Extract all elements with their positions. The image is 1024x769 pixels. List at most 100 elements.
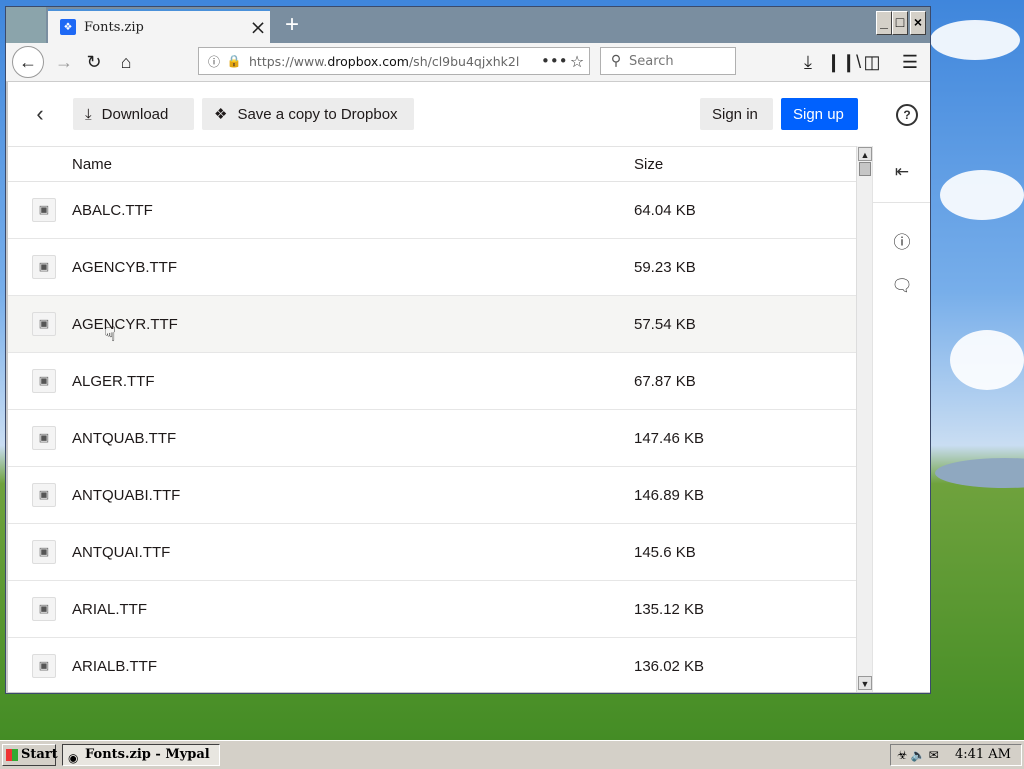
file-name[interactable]: ALGER.TTF bbox=[72, 373, 155, 390]
file-icon[interactable]: ▣ bbox=[32, 426, 56, 450]
desktop-cloud bbox=[930, 20, 1020, 60]
file-row[interactable]: ▣ AGENCYR.TTF 57.54 KB bbox=[8, 296, 856, 353]
file-row[interactable]: ▣ ANTQUABI.TTF 146.89 KB bbox=[8, 467, 856, 524]
scrollbar[interactable]: ▲ ▼ bbox=[856, 146, 873, 692]
info-icon[interactable]: ⓘ bbox=[205, 53, 223, 70]
file-row[interactable]: ▣ ANTQUAI.TTF 145.6 KB bbox=[8, 524, 856, 581]
library-icon[interactable]: ❙❙\ bbox=[826, 48, 861, 76]
file-icon[interactable]: ▣ bbox=[32, 597, 56, 621]
sign-in-label: Sign in bbox=[712, 105, 758, 123]
file-size: 64.04 KB bbox=[634, 202, 696, 219]
download-button[interactable]: ⤓ Download bbox=[73, 98, 194, 130]
scroll-up-icon[interactable]: ▲ bbox=[858, 147, 872, 161]
collapse-panel-icon[interactable]: ⇤ bbox=[873, 162, 930, 182]
hand-cursor-icon: ☟ bbox=[104, 324, 117, 346]
size-column-header[interactable]: Size bbox=[634, 156, 663, 173]
file-row[interactable]: ▣ ABALC.TTF 64.04 KB bbox=[8, 182, 856, 239]
start-label: Start bbox=[21, 747, 58, 762]
search-bar[interactable]: ⚲ bbox=[600, 47, 736, 75]
desktop-hill bbox=[935, 458, 1024, 488]
file-size: 136.02 KB bbox=[634, 658, 705, 675]
save-copy-button[interactable]: ❖ Save a copy to Dropbox bbox=[202, 98, 414, 130]
search-input[interactable] bbox=[627, 52, 727, 70]
sign-up-label: Sign up bbox=[793, 105, 844, 123]
file-row[interactable]: ▣ ALGER.TTF 67.87 KB bbox=[8, 353, 856, 410]
action-bar: ‹ ⤓ Download ❖ Save a copy to Dropbox Si… bbox=[8, 82, 930, 147]
dropbox-logo-icon: ❖ bbox=[214, 106, 228, 123]
sign-in-button[interactable]: Sign in bbox=[700, 98, 773, 130]
file-icon[interactable]: ▣ bbox=[32, 255, 56, 279]
file-name[interactable]: ARIALB.TTF bbox=[72, 658, 157, 675]
desktop-cloud bbox=[940, 170, 1024, 220]
windows-logo-icon bbox=[6, 749, 18, 761]
scroll-down-icon[interactable]: ▼ bbox=[858, 676, 872, 690]
browser-window: ❖ Fonts.zip × + _ □ × ← → ↻ ⌂ ⓘ 🔒 https:… bbox=[5, 6, 931, 694]
column-header: Name Size bbox=[8, 146, 856, 182]
system-tray: ☣🔈✉ 4:41 AM bbox=[890, 744, 1022, 766]
download-icon: ⤓ bbox=[85, 105, 92, 123]
file-name[interactable]: ANTQUAI.TTF bbox=[72, 544, 170, 561]
file-size: 59.23 KB bbox=[634, 259, 696, 276]
file-name[interactable]: AGENCYR.TTF bbox=[72, 316, 178, 333]
help-icon[interactable]: ? bbox=[896, 104, 918, 126]
forward-arrow-icon[interactable]: → bbox=[50, 48, 78, 76]
home-icon[interactable]: ⌂ bbox=[112, 48, 140, 76]
tray-icons[interactable]: ☣🔈✉ bbox=[897, 745, 942, 765]
page-actions-icon[interactable]: ••• bbox=[541, 52, 568, 70]
sign-up-button[interactable]: Sign up bbox=[781, 98, 858, 130]
mypal-browser-icon: ◉ bbox=[68, 751, 79, 765]
file-icon[interactable]: ▣ bbox=[32, 198, 56, 222]
file-list: ▣ ABALC.TTF 64.04 KB ▣ AGENCYB.TTF 59.23 KB ▣ A… bbox=[8, 182, 856, 692]
file-icon[interactable]: ▣ bbox=[32, 540, 56, 564]
file-name[interactable]: ANTQUAB.TTF bbox=[72, 430, 176, 447]
dropbox-page: ‹ ⤓ Download ❖ Save a copy to Dropbox Si… bbox=[8, 82, 930, 692]
file-name[interactable]: ANTQUABI.TTF bbox=[72, 487, 180, 504]
tab-bar-spacer bbox=[6, 7, 46, 43]
url-text[interactable]: https://www.dropbox.com/sh/cl9bu4qjxhk2l bbox=[249, 54, 541, 69]
close-window-icon[interactable]: × bbox=[910, 11, 926, 35]
save-copy-label: Save a copy to Dropbox bbox=[237, 105, 398, 123]
reload-icon[interactable]: ↻ bbox=[80, 48, 108, 76]
maximize-icon[interactable]: □ bbox=[892, 11, 908, 35]
minimize-icon[interactable]: _ bbox=[876, 11, 892, 35]
file-icon[interactable]: ▣ bbox=[32, 312, 56, 336]
file-size: 57.54 KB bbox=[634, 316, 696, 333]
taskbar-item-fonts-zip[interactable]: ◉ Fonts.zip - Mypal bbox=[62, 744, 220, 766]
bookmark-star-icon[interactable]: ☆ bbox=[565, 52, 589, 71]
new-tab-icon[interactable]: + bbox=[278, 11, 306, 39]
file-icon[interactable]: ▣ bbox=[32, 369, 56, 393]
navigation-bar: ← → ↻ ⌂ ⓘ 🔒 https://www.dropbox.com/sh/c… bbox=[6, 43, 930, 82]
close-tab-icon[interactable]: × bbox=[246, 15, 270, 39]
search-icon: ⚲ bbox=[610, 53, 622, 69]
file-row[interactable]: ▣ ARIALB.TTF 136.02 KB bbox=[8, 638, 856, 692]
tab-title: Fonts.zip bbox=[84, 19, 144, 35]
menu-icon[interactable]: ☰ bbox=[896, 48, 924, 76]
start-button[interactable]: Start bbox=[2, 744, 58, 766]
file-row[interactable]: ▣ ARIAL.TTF 135.12 KB bbox=[8, 581, 856, 638]
info-icon[interactable]: ⓘ bbox=[873, 228, 930, 253]
file-name[interactable]: AGENCYB.TTF bbox=[72, 259, 177, 276]
tab-bar: ❖ Fonts.zip × + _ □ × bbox=[6, 7, 930, 43]
file-icon[interactable]: ▣ bbox=[32, 483, 56, 507]
scroll-thumb[interactable] bbox=[859, 162, 871, 176]
file-row[interactable]: ▣ AGENCYB.TTF 59.23 KB bbox=[8, 239, 856, 296]
side-panel-divider bbox=[873, 202, 930, 203]
file-row[interactable]: ▣ ANTQUAB.TTF 147.46 KB bbox=[8, 410, 856, 467]
url-prefix: https://www. bbox=[249, 53, 328, 69]
name-column-header[interactable]: Name bbox=[72, 156, 112, 173]
file-name[interactable]: ARIAL.TTF bbox=[72, 601, 147, 618]
side-panel: ⇤ ⓘ 🗨 bbox=[872, 146, 930, 692]
taskbar-item-label: Fonts.zip - Mypal bbox=[85, 747, 210, 762]
back-chevron-icon[interactable]: ‹ bbox=[28, 100, 52, 128]
file-name[interactable]: ABALC.TTF bbox=[72, 202, 153, 219]
file-icon[interactable]: ▣ bbox=[32, 654, 56, 678]
comment-icon[interactable]: 🗨 bbox=[873, 276, 930, 296]
download-icon[interactable]: ⤓ bbox=[794, 48, 822, 76]
back-arrow-icon[interactable]: ← bbox=[12, 46, 44, 78]
file-size: 145.6 KB bbox=[634, 544, 696, 561]
url-bar[interactable]: ⓘ 🔒 https://www.dropbox.com/sh/cl9bu4qjx… bbox=[198, 47, 590, 75]
tab-fonts-zip[interactable]: ❖ Fonts.zip × bbox=[48, 9, 270, 43]
download-label: Download bbox=[101, 105, 169, 123]
lock-icon[interactable]: 🔒 bbox=[225, 54, 243, 68]
sidebar-toggle-icon[interactable]: ◫ bbox=[858, 48, 886, 76]
